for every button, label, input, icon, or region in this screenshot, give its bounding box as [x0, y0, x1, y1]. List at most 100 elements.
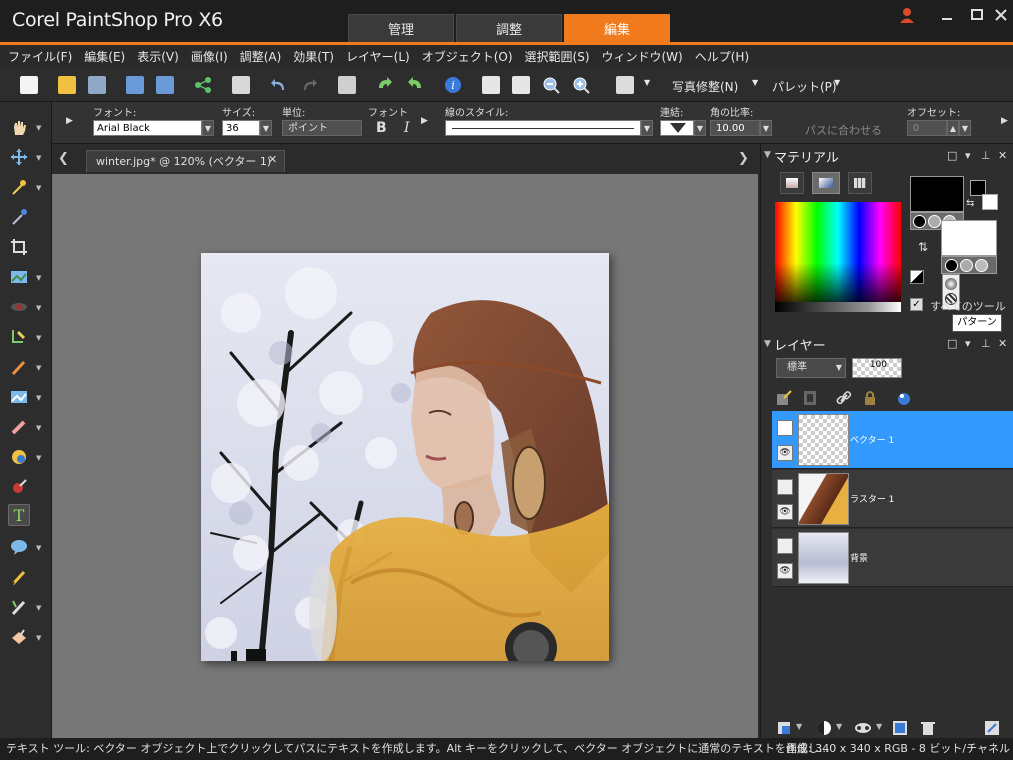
adjustment-dropdown-icon[interactable]: ▼ — [836, 722, 842, 731]
visibility-eye-icon[interactable]: 👁 — [777, 563, 793, 579]
fit-window-icon[interactable] — [512, 76, 530, 94]
menu-layers[interactable]: レイヤー(L) — [346, 48, 410, 65]
join-field[interactable] — [660, 120, 694, 136]
layer-row-raster[interactable]: 👁 ラスター 1 — [772, 470, 1013, 528]
visibility-eye-icon[interactable]: 👁 — [777, 504, 793, 520]
size-field[interactable]: 36 — [222, 120, 260, 136]
menu-image[interactable]: 画像(I) — [191, 48, 228, 65]
copy-icon[interactable] — [616, 76, 634, 94]
bold-button[interactable]: B — [376, 120, 387, 136]
photo-fix-menu[interactable]: 写真修整(N) — [672, 78, 738, 95]
options-more-icon[interactable]: ▶ — [1001, 116, 1008, 126]
background-swatch[interactable] — [941, 220, 997, 256]
dodge-tool-dropdown-icon[interactable]: ▼ — [36, 454, 41, 462]
layers-close-icon[interactable]: ✕ — [998, 337, 1007, 350]
menu-objects[interactable]: オブジェクト(O) — [422, 48, 513, 65]
layer-style-icon[interactable] — [896, 390, 912, 406]
crop-tool-icon[interactable] — [8, 236, 30, 258]
line-style-dropdown-icon[interactable]: ▼ — [641, 120, 653, 136]
line-style-field[interactable] — [445, 120, 641, 136]
blend-mode-select[interactable]: 標準 ▼ — [776, 358, 846, 378]
layers-collapse-icon[interactable]: ▼ — [764, 339, 771, 349]
mask-dropdown-icon[interactable]: ▼ — [876, 722, 882, 731]
unit-select[interactable]: ポイント — [282, 120, 362, 136]
pick-tool-dropdown-icon[interactable]: ▼ — [36, 154, 41, 162]
palette-dropdown-icon[interactable]: ▼ — [834, 78, 840, 87]
open-folder-icon[interactable] — [58, 76, 76, 94]
layer-row-vector[interactable]: 👁 ベクター 1 — [772, 411, 1013, 469]
smudge-tool-icon[interactable] — [8, 476, 30, 498]
document-tab[interactable]: winter.jpg* @ 120% (ベクター 1) — [86, 150, 285, 172]
materials-window-icon[interactable]: □ — [947, 149, 957, 162]
menu-effects[interactable]: 効果(T) — [293, 48, 334, 65]
clone-brush-icon[interactable] — [8, 356, 30, 378]
rotate-left-icon[interactable] — [376, 76, 394, 94]
all-tools-checkbox[interactable]: ✓ — [910, 298, 923, 311]
zoom-out-icon[interactable] — [542, 76, 560, 94]
swatches-tab-icon[interactable] — [848, 172, 872, 194]
new-layer-icon[interactable] — [776, 390, 792, 406]
maximize-icon[interactable] — [966, 6, 988, 24]
document-close-icon[interactable]: ✕ — [268, 153, 277, 166]
rotate-right-icon[interactable] — [406, 76, 424, 94]
tab-scroll-right-icon[interactable]: ❯ — [738, 151, 749, 166]
options-expand-icon[interactable]: ▶ — [66, 116, 73, 126]
resize-icon[interactable] — [338, 76, 356, 94]
miter-field[interactable]: 10.00 — [710, 120, 760, 136]
font-style-expand-icon[interactable]: ▶ — [421, 116, 428, 126]
menu-view[interactable]: 表示(V) — [137, 48, 179, 65]
menu-window[interactable]: ウィンドウ(W) — [602, 48, 683, 65]
panel-collapse-icon[interactable]: ▼ — [764, 150, 771, 160]
font-field[interactable]: Arial Black — [93, 120, 202, 136]
photo-fix-dropdown-icon[interactable]: ▼ — [752, 78, 758, 87]
share-icon[interactable] — [194, 76, 212, 94]
offset-spin-icon[interactable]: ▲ — [947, 120, 959, 136]
offset-dropdown-icon[interactable]: ▼ — [959, 120, 971, 136]
warp-brush-dropdown-icon[interactable]: ▼ — [36, 604, 41, 612]
makeover-tool-icon[interactable] — [8, 326, 30, 348]
swap-colors-icon[interactable]: ⇅ — [918, 240, 928, 254]
background-eraser-dropdown-icon[interactable]: ▼ — [36, 394, 41, 402]
small-background-swatch[interactable] — [982, 194, 998, 210]
materials-menu-icon[interactable]: ▾ — [965, 149, 971, 162]
straighten-tool-icon[interactable] — [8, 266, 30, 288]
swap-small-icon[interactable]: ⇆ — [966, 198, 974, 209]
palette-menu[interactable]: パレット(P) — [772, 78, 837, 95]
new-layer-dropdown-icon[interactable]: ▼ — [796, 722, 802, 731]
size-dropdown-icon[interactable]: ▼ — [260, 120, 272, 136]
materials-pin-icon[interactable]: ⊥ — [981, 149, 991, 162]
dropper-icon[interactable] — [8, 206, 30, 228]
color-picker-spectrum[interactable] — [775, 202, 901, 312]
paint-brush-dropdown-icon[interactable]: ▼ — [36, 424, 41, 432]
delete-layer-icon[interactable] — [920, 720, 936, 736]
paint-brush-icon[interactable] — [8, 416, 30, 438]
italic-button[interactable]: I — [404, 120, 410, 136]
frame-tab-icon[interactable] — [780, 172, 804, 194]
foreground-swatch[interactable] — [910, 176, 964, 212]
dodge-tool-icon[interactable] — [8, 446, 30, 468]
menu-selections[interactable]: 選択範囲(S) — [525, 48, 590, 65]
adjustment-layer-icon[interactable] — [816, 720, 832, 736]
layer-row-background[interactable]: 👁 背景 — [772, 529, 1013, 587]
tab-scroll-left-icon[interactable]: ❮ — [58, 151, 69, 166]
pan-tool-dropdown-icon[interactable]: ▼ — [36, 124, 41, 132]
menu-adjust[interactable]: 調整(A) — [240, 48, 282, 65]
menu-help[interactable]: ヘルプ(H) — [695, 48, 749, 65]
save-as-icon[interactable] — [156, 76, 174, 94]
scan-icon[interactable] — [88, 76, 106, 94]
join-dropdown-icon[interactable]: ▼ — [694, 120, 706, 136]
rainbow-tab-icon[interactable] — [812, 172, 840, 194]
red-eye-icon[interactable] — [8, 296, 30, 318]
text-tool-icon[interactable]: T — [8, 504, 30, 526]
pen-tool-icon[interactable] — [8, 566, 30, 588]
pan-tool-icon[interactable] — [8, 116, 30, 138]
layers-window-icon[interactable]: □ — [947, 337, 957, 350]
tab-edit[interactable]: 編集 — [564, 14, 670, 42]
red-eye-dropdown-icon[interactable]: ▼ — [36, 304, 41, 312]
link-icon[interactable] — [836, 390, 852, 406]
copy-dropdown-icon[interactable]: ▼ — [644, 78, 650, 87]
offset-field[interactable]: 0 — [907, 120, 947, 136]
close-icon[interactable] — [990, 6, 1012, 24]
undo-icon[interactable] — [270, 76, 288, 94]
layers-pin-icon[interactable]: ⊥ — [981, 337, 991, 350]
